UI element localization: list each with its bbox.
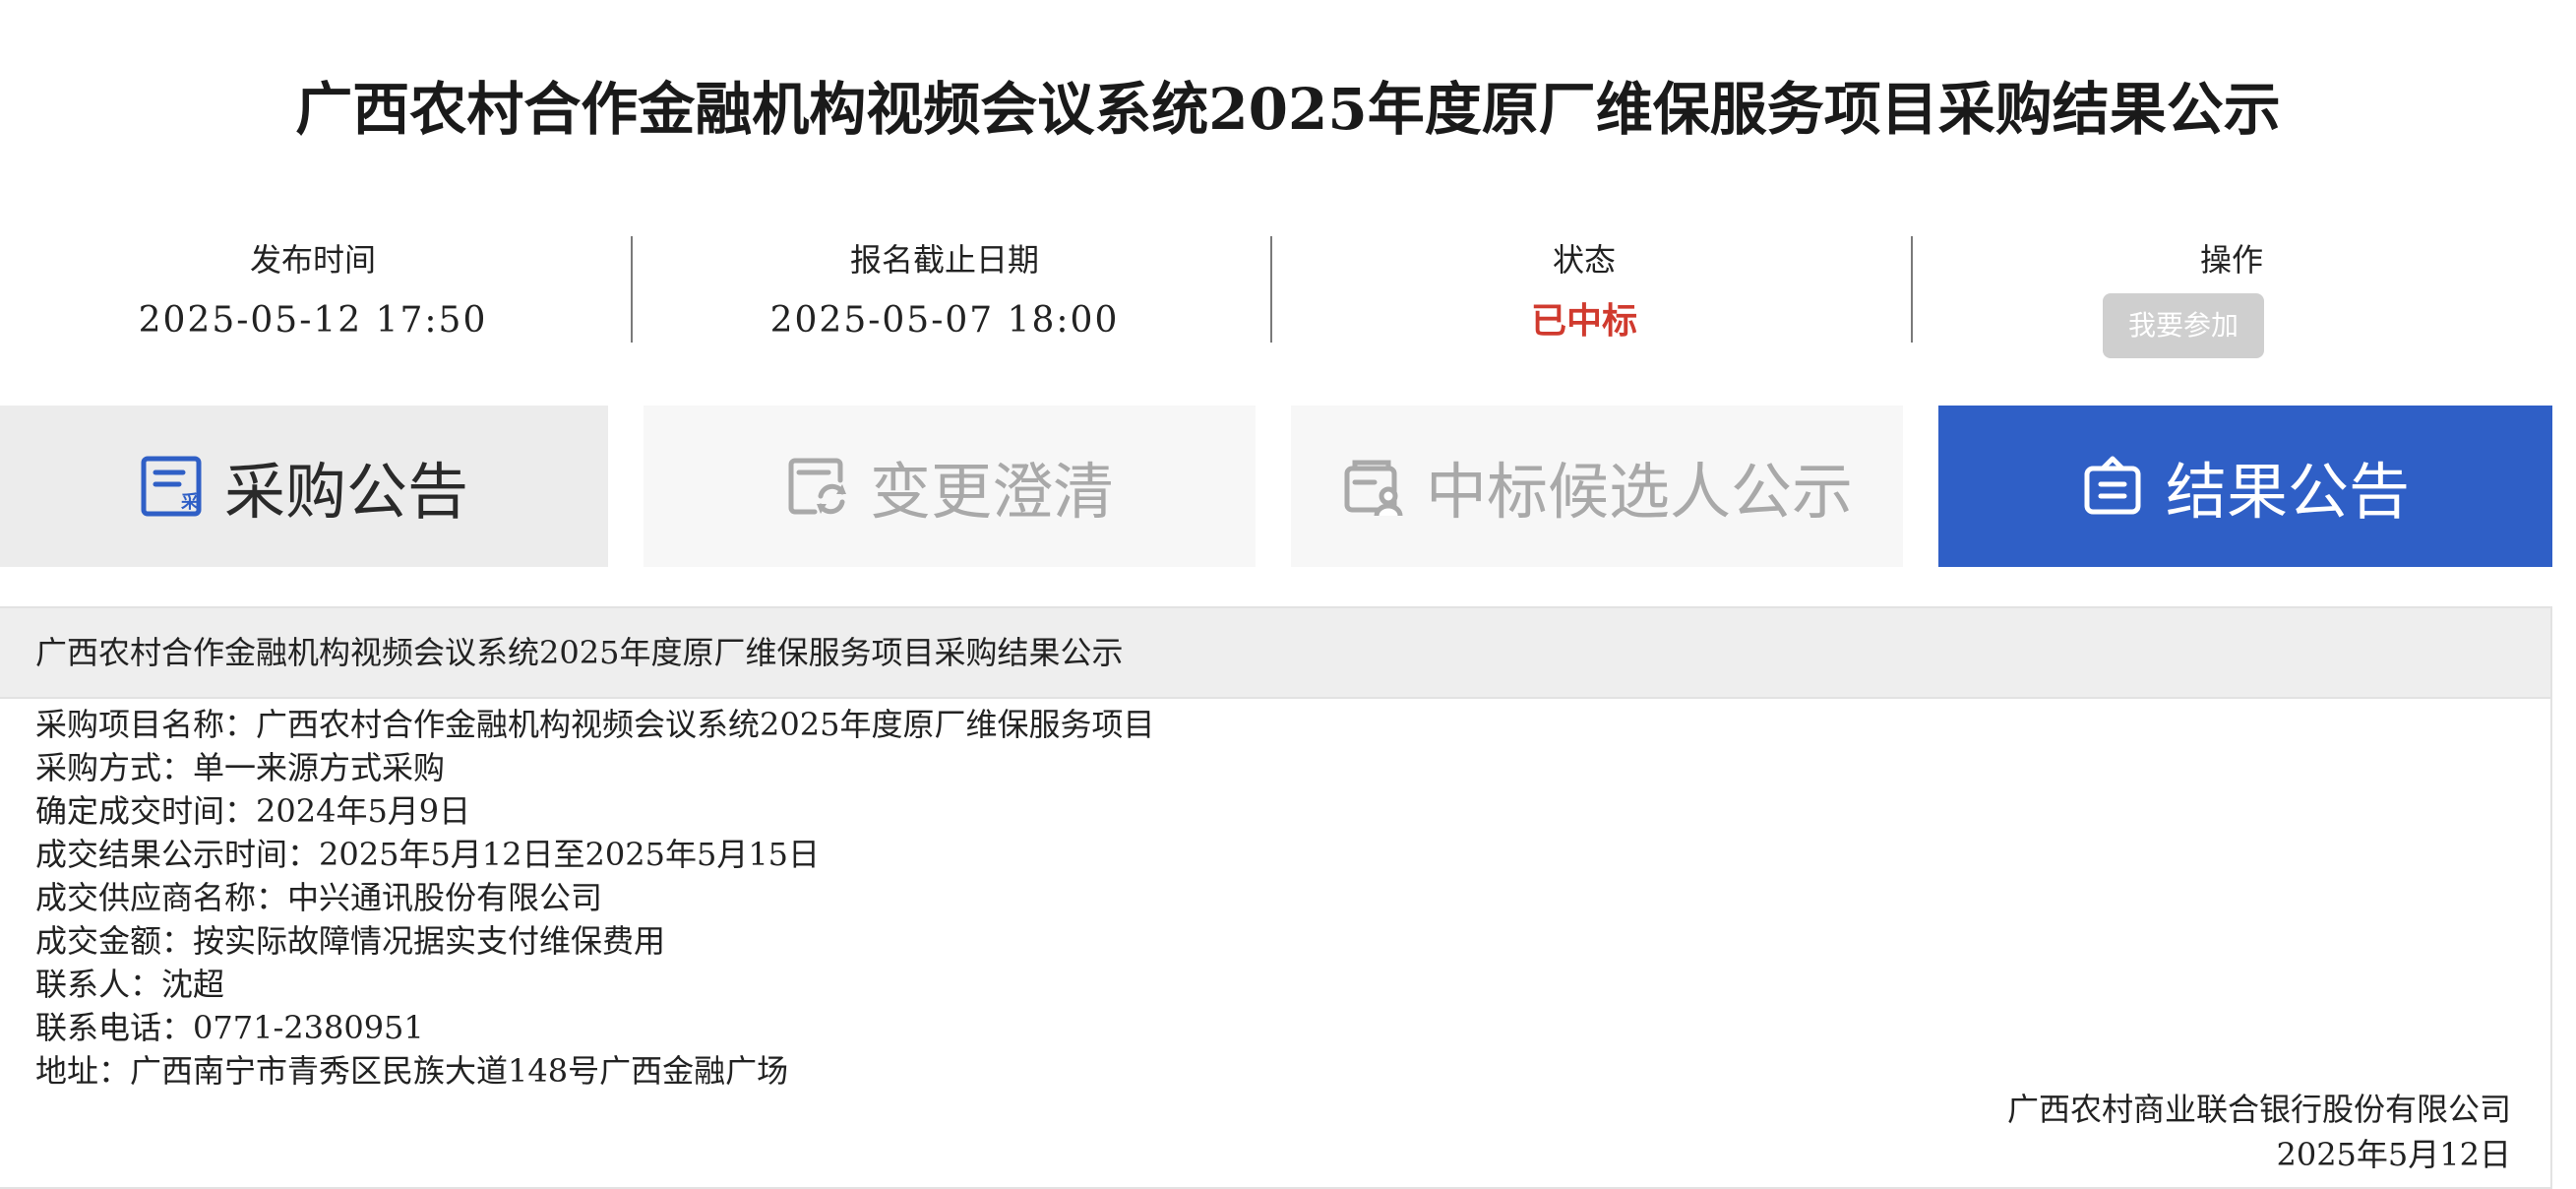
publish-time-column: 发布时间 2025-05-12 17:50 — [0, 232, 626, 350]
tab-candidate-publicity[interactable]: 中标候选人公示 — [1291, 406, 1903, 567]
list-item: 联系人：沈超 — [35, 966, 225, 1003]
deadline-label: 报名截止日期 — [849, 241, 1039, 279]
publish-time-label: 发布时间 — [249, 241, 376, 279]
clipboard-icon — [2084, 456, 2141, 515]
action-column: 操作 我要参加 — [1919, 232, 2545, 358]
list-item: 成交金额：按实际故障情况据实支付维保费用 — [35, 922, 666, 960]
publish-time-value: 2025-05-12 17:50 — [138, 300, 488, 341]
status-label: 状态 — [1552, 241, 1616, 279]
deadline-column: 报名截止日期 2025-05-07 18:00 — [632, 232, 1257, 350]
tab-label: 变更澄清 — [869, 456, 1114, 528]
change-doc-icon — [788, 458, 846, 515]
list-item: 采购项目名称：广西农村合作金融机构视频会议系统2025年度原厂维保服务项目 — [35, 706, 1155, 743]
signature-block: 广西农村商业联合银行股份有限公司 2025年5月12日 — [2007, 1087, 2511, 1177]
list-item: 联系电话：0771-2380951 — [35, 1009, 424, 1046]
signature-org: 广西农村商业联合银行股份有限公司 — [2006, 1091, 2511, 1128]
panel-header-title: 广西农村合作金融机构视频会议系统2025年度原厂维保服务项目采购结果公示 — [35, 634, 1124, 671]
list-item: 确定成交时间：2024年5月9日 — [35, 792, 471, 830]
list-item: 地址：广西南宁市青秀区民族大道148号广西金融广场 — [35, 1052, 789, 1090]
tab-label: 采购公告 — [223, 456, 468, 528]
candidate-icon — [1344, 460, 1403, 517]
list-item: 成交供应商名称：中兴通讯股份有限公司 — [35, 879, 603, 916]
tab-result-notice[interactable]: 结果公告 — [1938, 406, 2552, 567]
info-row: 发布时间 2025-05-12 17:50 报名截止日期 2025-05-07 … — [0, 232, 2576, 358]
tab-label: 中标候选人公示 — [1425, 456, 1853, 528]
svg-text:采: 采 — [180, 492, 200, 513]
notice-tabs: 采 采购公告 变更澄清 中标候选人公示 结果公告 — [0, 406, 2576, 567]
list-item: 采购方式：单一来源方式采购 — [35, 749, 446, 786]
tab-procurement-notice[interactable]: 采 采购公告 — [0, 406, 608, 567]
action-label: 操作 — [2199, 241, 2263, 279]
deadline-value: 2025-05-07 18:00 — [769, 300, 1120, 341]
panel-header: 广西农村合作金融机构视频会议系统2025年度原厂维保服务项目采购结果公示 — [0, 608, 2550, 699]
status-badge: 已中标 — [1530, 300, 1637, 342]
result-content-panel: 广西农村合作金融机构视频会议系统2025年度原厂维保服务项目采购结果公示 采购项… — [0, 606, 2552, 1189]
info-divider — [1911, 236, 1913, 343]
join-button[interactable]: 我要参加 — [2103, 293, 2264, 358]
signature-date: 2025年5月12日 — [2276, 1136, 2511, 1173]
list-item: 成交结果公示时间：2025年5月12日至2025年5月15日 — [35, 836, 821, 873]
tab-change-clarify[interactable]: 变更澄清 — [644, 406, 1256, 567]
result-details-list: 采购项目名称：广西农村合作金融机构视频会议系统2025年度原厂维保服务项目 采购… — [35, 703, 1154, 1093]
status-column: 状态 已中标 — [1271, 232, 1897, 350]
procurement-doc-icon: 采 — [141, 456, 202, 517]
tab-label: 结果公告 — [2165, 456, 2410, 528]
page-title: 广西农村合作金融机构视频会议系统2025年度原厂维保服务项目采购结果公示 — [295, 76, 2281, 143]
